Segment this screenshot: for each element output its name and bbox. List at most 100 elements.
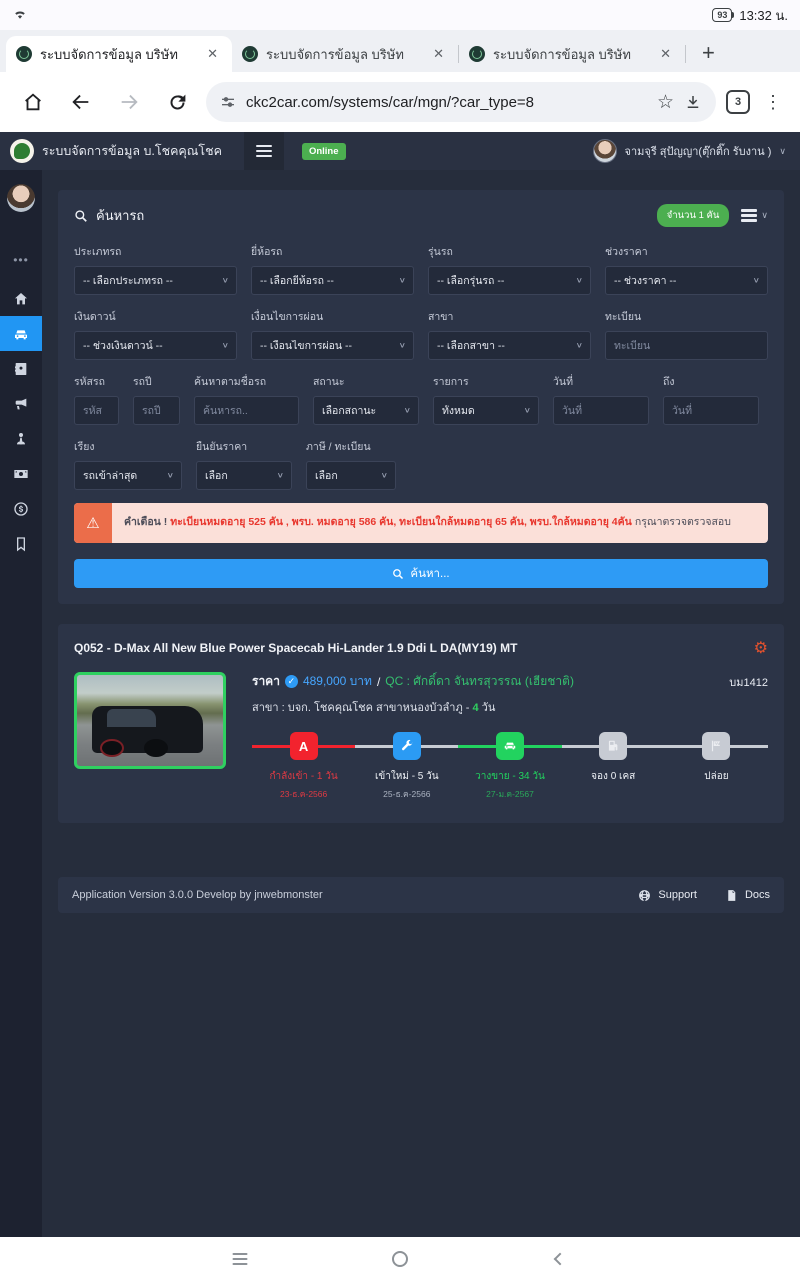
tab-1-active[interactable]: ระบบจัดการข้อมูล บริษัท ✕: [6, 36, 232, 72]
reload-button[interactable]: [158, 83, 196, 121]
android-nav-bar: [0, 1237, 800, 1280]
browser-toolbar: ckc2car.com/systems/car/mgn/?car_type=8 …: [0, 72, 800, 132]
sidebar-user-avatar[interactable]: [7, 184, 35, 212]
document-icon: [728, 889, 736, 901]
verified-check-icon: ✓: [284, 675, 298, 688]
confirm-price-select[interactable]: เลือก: [196, 461, 292, 490]
sidebar-nav: •••: [0, 170, 42, 1237]
sidebar-item-finance[interactable]: [0, 456, 42, 491]
timeline-step-released: ปล่อย: [664, 732, 769, 801]
installment-select[interactable]: -- เงื่อนไขการผ่อน --: [251, 331, 414, 360]
warning-icon: ⚠: [74, 503, 112, 543]
field-label: รายการ: [433, 376, 469, 388]
sidebar-item-agents[interactable]: [0, 421, 42, 456]
warning-prefix: คำเตือน !: [124, 516, 168, 529]
date-from-input[interactable]: [553, 396, 649, 425]
car-settings-gear-icon[interactable]: ⚙: [754, 638, 768, 658]
android-home-button[interactable]: [392, 1250, 408, 1267]
support-link[interactable]: Support: [638, 889, 697, 902]
tab-close-icon[interactable]: ✕: [429, 44, 448, 64]
car-icon: [15, 329, 27, 339]
tab-close-icon[interactable]: ✕: [203, 44, 222, 64]
price-range-select[interactable]: -- ช่วงราคา --: [605, 266, 768, 295]
android-back-button[interactable]: [553, 1252, 567, 1265]
date-to-input[interactable]: [663, 396, 759, 425]
new-tab-button[interactable]: +: [686, 40, 731, 72]
sidebar-item-bookmarks[interactable]: [0, 526, 42, 561]
bookmark-icon: [17, 536, 25, 551]
car-type-select[interactable]: -- เลือกประเภทรถ --: [74, 266, 237, 295]
app-logo-icon: [10, 139, 34, 163]
site-favicon: [242, 46, 258, 62]
timeline-step-for-sale: วางขาย - 34 วัน 27-ม.ค-2567: [458, 732, 562, 801]
price-label: ราคา: [252, 674, 280, 688]
sidebar-item-marketing[interactable]: [0, 386, 42, 421]
tab-2[interactable]: ระบบจัดการข้อมูล บริษัท ✕: [232, 36, 458, 72]
warning-suffix: กรุณาตรวจตรวจสอบ: [634, 516, 731, 529]
sidebar-item-payments[interactable]: [0, 491, 42, 526]
timeline-step-booked: จอง 0 เคส: [561, 732, 666, 801]
down-payment-select[interactable]: -- ช่วงเงินดาวน์ --: [74, 331, 237, 360]
app-brand[interactable]: ระบบจัดการข้อมูล บ.โชคคุณโชค: [0, 139, 232, 163]
app-version: Application Version 3.0.0 Develop by jnw…: [72, 889, 323, 901]
tax-select[interactable]: เลือก: [306, 461, 396, 490]
dollar-circle-icon: [14, 501, 28, 516]
branch-days: 4: [472, 702, 479, 714]
download-icon[interactable]: [684, 93, 702, 111]
field-label: เงื่อนไขการผ่อน: [251, 311, 324, 323]
tab-3[interactable]: ระบบจัดการข้อมูล บริษัท ✕: [459, 36, 685, 72]
android-status-bar: 93 13:32 น.: [0, 0, 800, 30]
sidebar-item-contacts[interactable]: [0, 351, 42, 386]
sort-select[interactable]: รถเข้าล่าสุด: [74, 461, 182, 490]
plate-input[interactable]: [605, 331, 768, 360]
fuel-pump-icon: [599, 732, 628, 760]
browser-menu-button[interactable]: ⋮: [760, 92, 786, 113]
panel-options-button[interactable]: ∨: [741, 210, 768, 221]
url-text[interactable]: ckc2car.com/systems/car/mgn/?car_type=8: [246, 94, 647, 111]
globe-icon: [639, 889, 651, 901]
car-photo[interactable]: [74, 672, 226, 769]
branch-select[interactable]: -- เลือกสาขา --: [428, 331, 591, 360]
tab-switcher-button[interactable]: 3: [726, 90, 750, 114]
field-label: เรียง: [74, 441, 95, 453]
model-select[interactable]: -- เลือกรุ่นรถ --: [428, 266, 591, 295]
clock: 13:32 น.: [739, 7, 788, 23]
chevron-down-icon: ∨: [779, 145, 786, 156]
url-bar[interactable]: ckc2car.com/systems/car/mgn/?car_type=8 …: [206, 82, 716, 122]
car-code-input[interactable]: [74, 396, 119, 425]
tab-title: ระบบจัดการข้อมูล บริษัท: [40, 46, 178, 62]
sidebar-item-more[interactable]: •••: [0, 242, 42, 277]
warning-highlight: ทะเบียนหมดอายุ 525 คัน , พรบ. หมดอายุ 58…: [170, 516, 632, 529]
incoming-stage-icon: A: [289, 732, 318, 760]
search-icon: [75, 209, 87, 222]
status-select[interactable]: เลือกสถานะ: [313, 396, 419, 425]
brand-select[interactable]: -- เลือกยี่ห้อรถ --: [251, 266, 414, 295]
branch-line: สาขา : บจก. โชคคุณโชค สาขาหนองบัวลำภู - …: [252, 702, 496, 714]
home-button[interactable]: [14, 83, 52, 121]
user-menu[interactable]: จามจุรี สุปัญญา(ตุ๊กติ๊ก รับงาน ) ∨: [592, 139, 800, 163]
sidebar-item-home[interactable]: [0, 281, 42, 316]
sidebar-item-cars[interactable]: [0, 316, 42, 351]
list-type-select[interactable]: ทั้งหมด: [433, 396, 539, 425]
recents-button[interactable]: [232, 1250, 248, 1268]
car-year-input[interactable]: [133, 396, 180, 425]
car-name-input[interactable]: [194, 396, 299, 425]
forward-button[interactable]: [110, 83, 148, 121]
field-label: วันที่: [553, 376, 573, 388]
user-avatar: [592, 139, 617, 163]
back-button[interactable]: [62, 83, 100, 121]
field-label: สถานะ: [313, 376, 345, 388]
main-content: ค้นหารถ จำนวน 1 คัน ∨ ประเภทรถ -- เลือกป…: [42, 170, 800, 1237]
address-book-icon: [15, 362, 27, 375]
tab-close-icon[interactable]: ✕: [656, 44, 675, 64]
field-label: ช่วงราคา: [605, 246, 648, 258]
site-info-icon[interactable]: [220, 94, 236, 110]
sidebar-toggle-button[interactable]: [243, 132, 284, 170]
qc-inspector: QC : ศักดิ์ดา จันทรสุวรรณ (เฮียชาติ): [385, 674, 574, 688]
user-name: จามจุรี สุปัญญา(ตุ๊กติ๊ก รับงาน ): [624, 146, 772, 158]
docs-link[interactable]: Docs: [725, 889, 770, 902]
bookmark-star-icon[interactable]: ☆: [657, 91, 674, 114]
search-submit-button[interactable]: ค้นหา...: [74, 559, 768, 588]
wrench-icon: [392, 732, 421, 760]
result-count-badge: จำนวน 1 คัน: [656, 204, 730, 227]
